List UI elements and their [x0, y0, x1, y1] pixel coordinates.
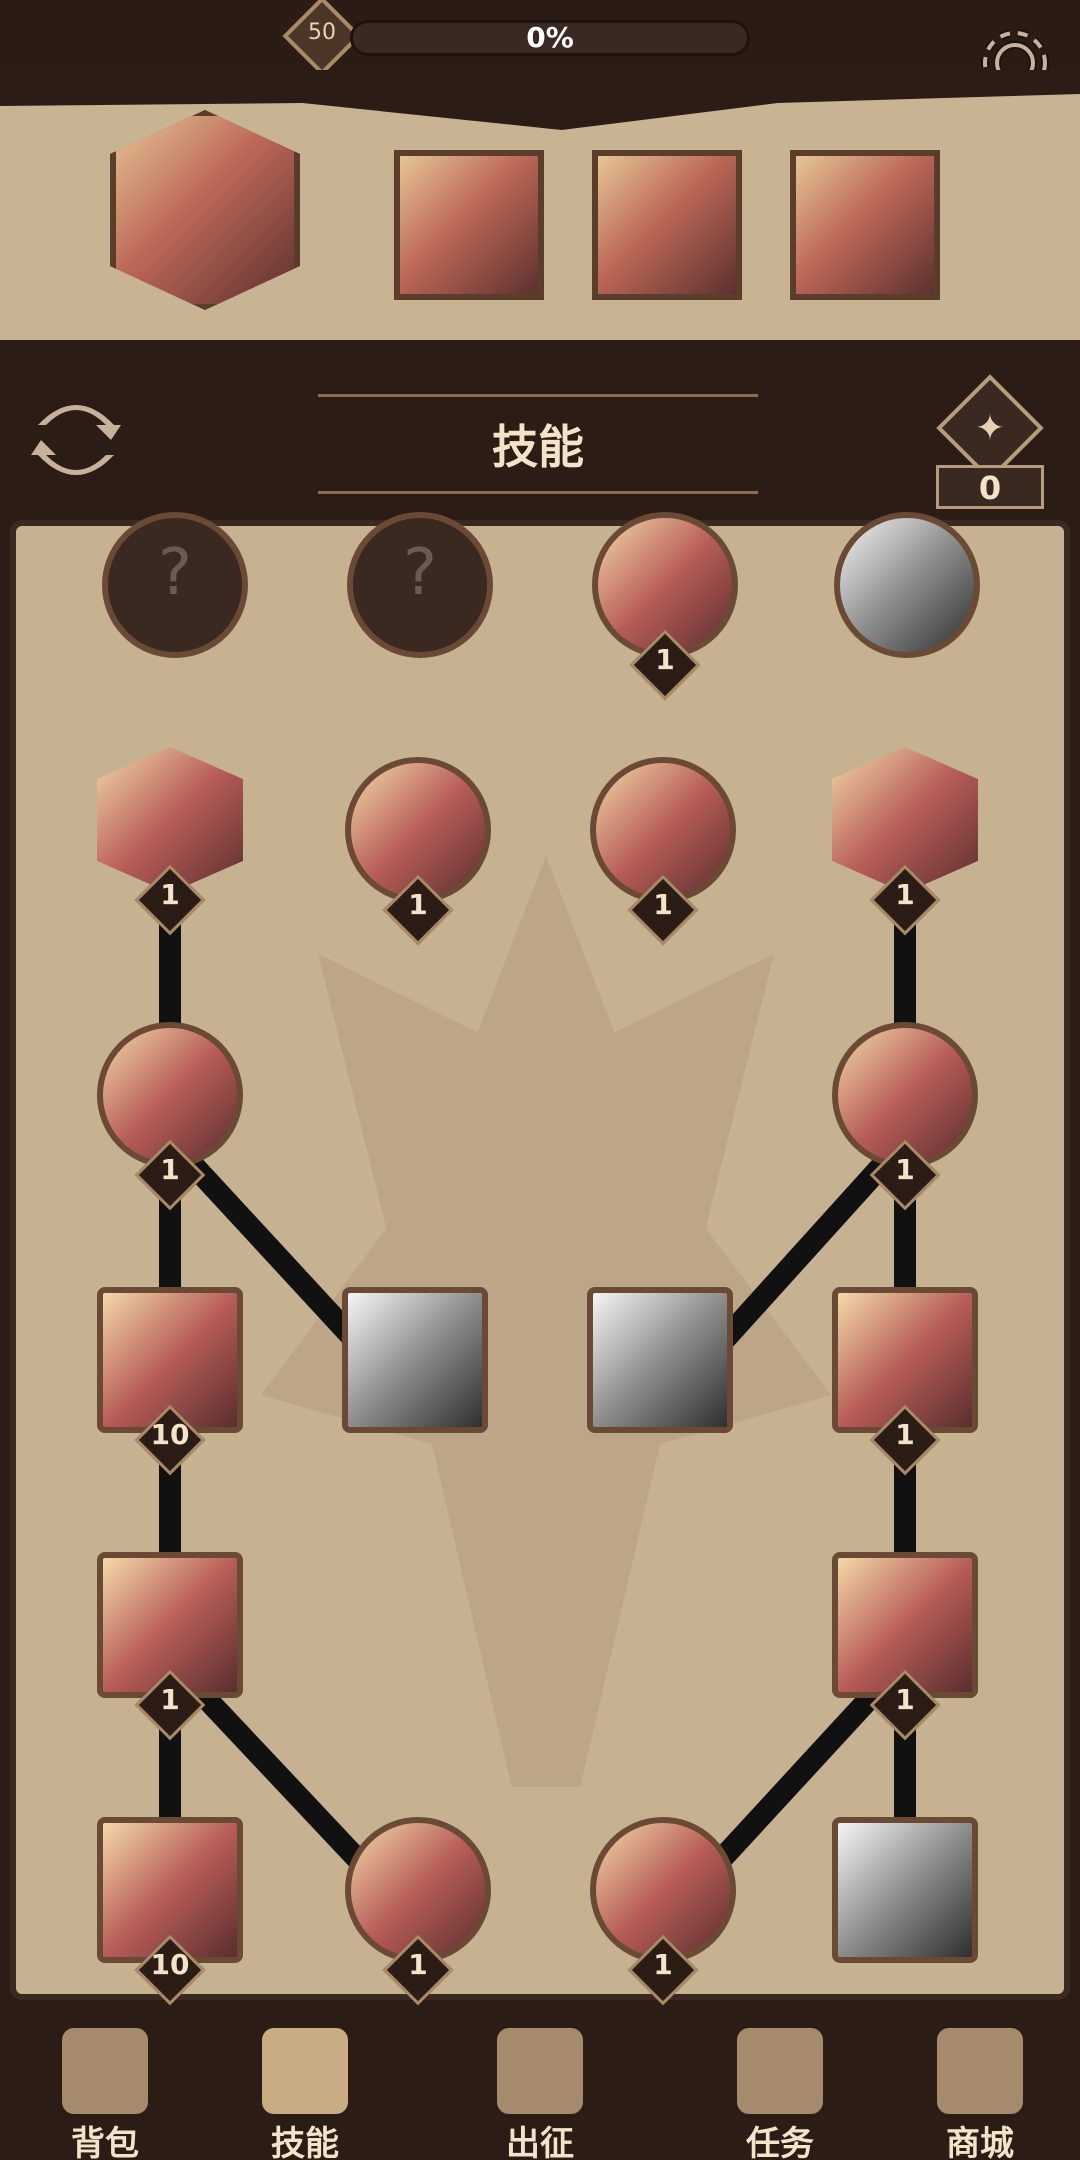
nav-shop[interactable]: 商城: [905, 2020, 1055, 2160]
skill-node-r1-c1[interactable]: 1: [85, 735, 255, 936]
skill-art: [342, 1287, 488, 1433]
team-strip: 3: [0, 70, 1080, 396]
skill-level-text: 1: [895, 1418, 915, 1451]
skill-book-icon: [262, 2028, 348, 2114]
skill-level-text: 1: [160, 878, 180, 911]
backpack-icon: [62, 2028, 148, 2114]
star-icon: ✦: [974, 408, 1006, 449]
skill-node-r2-c4[interactable]: 1: [820, 1010, 990, 1211]
level-text: 50: [308, 20, 336, 45]
skill-level-text: 1: [408, 1948, 428, 1981]
skill-level-text: 10: [150, 1418, 190, 1451]
section-header: 技能 ✦ 0: [0, 370, 1080, 520]
skill-level-text: 1: [160, 1683, 180, 1716]
skill-level-text: 1: [408, 888, 428, 921]
section-title: 技能: [492, 420, 584, 474]
skill-node-r0-c2[interactable]: ?: [335, 500, 505, 670]
skill-node-r1-c3[interactable]: 1: [578, 745, 748, 946]
skill-node-r5-c1[interactable]: 10: [85, 1805, 255, 2006]
skill-points: ✦ 0: [930, 374, 1050, 510]
skill-art: [587, 1287, 733, 1433]
nav-backpack-label: 背包: [71, 2124, 139, 2160]
skill-node-r2-c1[interactable]: 1: [85, 1010, 255, 1211]
nav-battle-label: 出征: [506, 2124, 574, 2160]
skill-level-text: 1: [895, 1153, 915, 1186]
shop-icon: [937, 2028, 1023, 2114]
skill-level-text: 1: [655, 643, 675, 676]
skill-node-r0-c4[interactable]: [822, 500, 992, 670]
skill-node-r4-c4[interactable]: 1: [820, 1540, 990, 1741]
skill-art: [834, 512, 980, 658]
nav-skills[interactable]: 技能: [230, 2020, 380, 2160]
nav-skills-label: 技能: [271, 2124, 339, 2160]
team-slot-4[interactable]: [790, 150, 940, 300]
skill-node-r0-c1[interactable]: ?: [90, 500, 260, 670]
team-slot-3[interactable]: [592, 150, 742, 300]
section-title-frame: 技能: [318, 394, 758, 494]
skill-node-r0-c3[interactable]: 1: [580, 500, 750, 701]
skill-node-r5-c4[interactable]: [820, 1805, 990, 1975]
skill-art: [832, 1817, 978, 1963]
nav-tasks[interactable]: 任务: [705, 2020, 855, 2160]
refresh-icon[interactable]: [26, 390, 126, 490]
skill-node-r1-c4[interactable]: 1: [820, 735, 990, 936]
skill-node-r1-c2[interactable]: 1: [333, 745, 503, 946]
nav-tasks-label: 任务: [746, 2124, 814, 2160]
skill-level-text: 10: [150, 1948, 190, 1981]
skill-node-r3-c3[interactable]: [575, 1275, 745, 1445]
skill-level-text: 1: [653, 888, 673, 921]
bottom-nav: 背包 技能 出征 任务 商城: [0, 2020, 1080, 2160]
nav-battle[interactable]: 出征: [465, 2020, 615, 2160]
skill-node-r4-c1[interactable]: 1: [85, 1540, 255, 1741]
top-bar: 50 0%: [0, 0, 1080, 97]
skill-node-r3-c4[interactable]: 1: [820, 1275, 990, 1476]
skill-level-text: 1: [160, 1153, 180, 1186]
skill-node-r3-c2[interactable]: [330, 1275, 500, 1445]
skill-node-r5-c2[interactable]: 1: [333, 1805, 503, 2006]
skill-board: ? ? 1 1 1 1 1 1 1 10 1 1 1 10 1 1: [0, 512, 1080, 2020]
horn-icon: [737, 2028, 823, 2114]
skill-node-r3-c1[interactable]: 10: [85, 1275, 255, 1476]
question-icon: ?: [403, 536, 437, 610]
sword-icon: [497, 2028, 583, 2114]
nav-backpack[interactable]: 背包: [30, 2020, 180, 2160]
question-icon: ?: [158, 536, 192, 610]
skill-node-r5-c3[interactable]: 1: [578, 1805, 748, 2006]
team-slot-2[interactable]: [394, 150, 544, 300]
skill-level-text: 1: [895, 1683, 915, 1716]
xp-progress-text: 0%: [526, 21, 574, 54]
nav-shop-label: 商城: [946, 2124, 1014, 2160]
skill-level-text: 1: [653, 1948, 673, 1981]
team-slot-1[interactable]: [110, 110, 300, 310]
skill-level-text: 1: [895, 878, 915, 911]
